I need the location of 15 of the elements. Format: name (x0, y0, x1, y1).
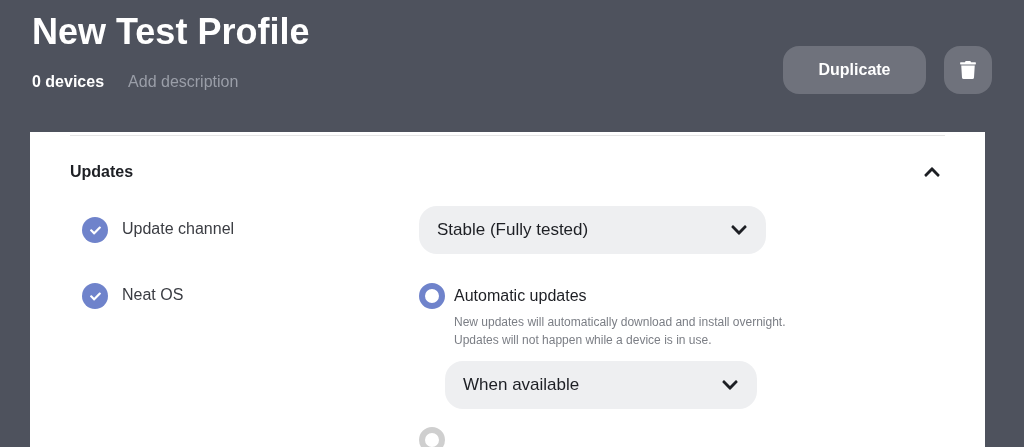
dropdown[interactable]: Stable (Fully tested) (419, 206, 766, 254)
option-description: New updates will automatically download and install overnight. Updates will not happen while a device is in use. (454, 314, 787, 349)
device-count: 0 devices (32, 72, 105, 92)
radio-button[interactable] (419, 283, 445, 309)
delete-button[interactable] (944, 46, 992, 94)
section-title: Updates (70, 162, 134, 182)
duplicate-button[interactable]: Duplicate (783, 46, 926, 94)
setting-label: Neat OS (122, 285, 184, 305)
page-title: New Test Profile (32, 10, 311, 54)
description-field[interactable]: Add description (128, 70, 329, 94)
trash-icon (960, 61, 976, 79)
radio-button[interactable] (419, 427, 445, 447)
radio-label: Automatic updates (454, 286, 587, 306)
dropdown[interactable]: When available (445, 361, 757, 409)
setting-label: Update channel (122, 219, 235, 239)
